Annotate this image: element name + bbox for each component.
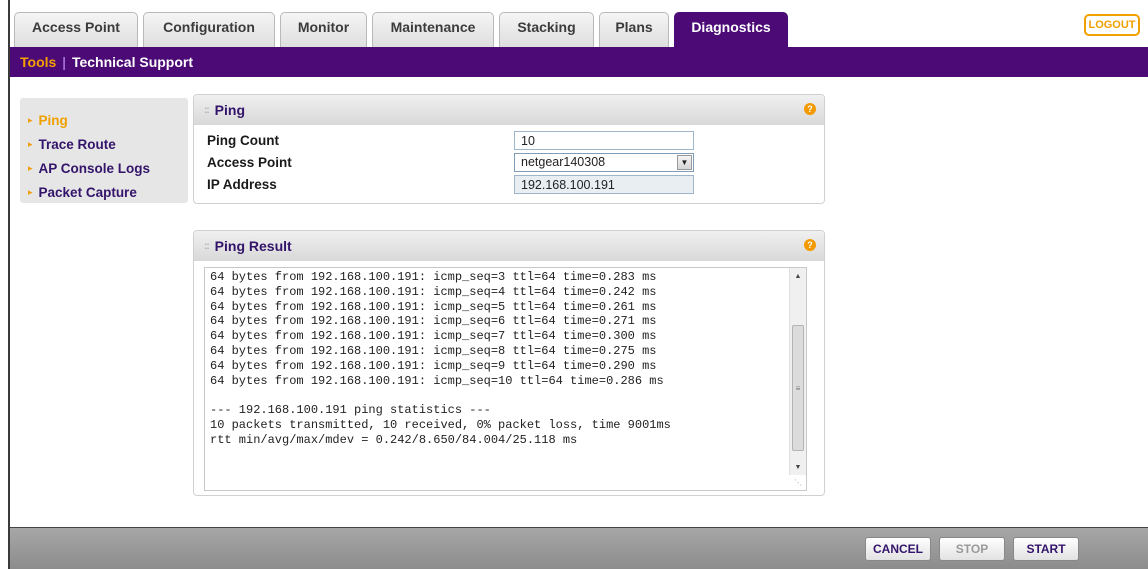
- arrow-right-icon: ▸: [28, 114, 33, 125]
- chevron-down-icon[interactable]: ▼: [677, 155, 692, 170]
- tab-plans[interactable]: Plans: [599, 12, 669, 47]
- tab-monitor[interactable]: Monitor: [280, 12, 367, 47]
- ping-result-line: 10 packets transmitted, 10 received, 0% …: [210, 417, 671, 432]
- tab-maintenance[interactable]: Maintenance: [372, 12, 494, 47]
- subnav-technical-support[interactable]: Technical Support: [72, 54, 193, 70]
- ping-result-textarea[interactable]: 64 bytes from 192.168.100.191: icmp_seq=…: [204, 267, 807, 491]
- side-item-label: Ping: [38, 112, 68, 128]
- ping-result-line: 64 bytes from 192.168.100.191: icmp_seq=…: [210, 314, 657, 329]
- side-item-packet-capture[interactable]: ▸ Packet Capture: [20, 180, 188, 204]
- sub-navigation: Tools | Technical Support: [10, 47, 1148, 77]
- start-button[interactable]: START: [1013, 537, 1079, 561]
- ping-result-line: 64 bytes from 192.168.100.191: icmp_seq=…: [210, 299, 657, 314]
- ping-result-line: 64 bytes from 192.168.100.191: icmp_seq=…: [210, 373, 664, 388]
- arrow-right-icon: ▸: [28, 138, 33, 149]
- side-item-ping[interactable]: ▸ Ping: [20, 108, 188, 132]
- ping-result-title: Ping Result: [214, 238, 292, 254]
- ping-result-line: [210, 388, 790, 403]
- subnav-separator: |: [62, 54, 66, 70]
- ping-result-header: :: Ping Result ?: [194, 231, 824, 261]
- tab-access-point[interactable]: Access Point: [14, 12, 138, 47]
- app-frame: Access Point Configuration Monitor Maint…: [8, 0, 1148, 569]
- ping-result-line: 64 bytes from 192.168.100.191: icmp_seq=…: [210, 329, 657, 344]
- ping-result-line: 64 bytes from 192.168.100.191: icmp_seq=…: [210, 270, 657, 284]
- tab-stacking[interactable]: Stacking: [499, 12, 594, 47]
- side-item-label: Packet Capture: [38, 184, 137, 200]
- side-item-ap-console-logs[interactable]: ▸ AP Console Logs: [20, 156, 188, 180]
- question-icon[interactable]: ?: [804, 103, 816, 115]
- scroll-up-icon[interactable]: ▲: [790, 268, 806, 284]
- ping-result-panel: :: Ping Result ? 64 bytes from 192.168.1…: [193, 230, 825, 496]
- resize-grip-icon[interactable]: ⋱: [794, 478, 804, 488]
- ping-result-output: 64 bytes from 192.168.100.191: icmp_seq=…: [210, 270, 790, 448]
- drag-grip-icon: ::: [204, 104, 210, 116]
- question-icon[interactable]: ?: [804, 239, 816, 251]
- side-menu: ▸ Ping ▸ Trace Route ▸ AP Console Logs ▸…: [20, 98, 188, 203]
- ping-result-line: rtt min/avg/max/mdev = 0.242/8.650/84.00…: [210, 432, 578, 447]
- access-point-select[interactable]: netgear140308 ▼: [514, 153, 694, 172]
- ip-address-field: [514, 175, 694, 194]
- main-tab-bar: Access Point Configuration Monitor Maint…: [10, 0, 1148, 47]
- ip-address-row: IP Address: [194, 174, 824, 196]
- subnav-tools[interactable]: Tools: [20, 54, 56, 70]
- drag-grip-icon: ::: [204, 240, 210, 252]
- side-item-label: Trace Route: [38, 136, 116, 152]
- ping-result-line: --- 192.168.100.191 ping statistics ---: [210, 403, 491, 418]
- tab-diagnostics[interactable]: Diagnostics: [674, 12, 788, 47]
- side-item-trace-route[interactable]: ▸ Trace Route: [20, 132, 188, 156]
- ping-result-line: 64 bytes from 192.168.100.191: icmp_seq=…: [210, 343, 657, 358]
- access-point-label: Access Point: [207, 155, 292, 170]
- arrow-right-icon: ▸: [28, 162, 33, 173]
- ip-address-label: IP Address: [207, 177, 277, 192]
- tab-configuration[interactable]: Configuration: [143, 12, 275, 47]
- scroll-thumb[interactable]: ≡: [792, 325, 804, 451]
- ping-result-line: 64 bytes from 192.168.100.191: icmp_seq=…: [210, 358, 657, 373]
- ping-count-label: Ping Count: [207, 133, 279, 148]
- arrow-right-icon: ▸: [28, 186, 33, 197]
- access-point-row: Access Point netgear140308 ▼: [194, 152, 824, 174]
- scroll-down-icon[interactable]: ▼: [790, 459, 806, 475]
- vertical-scrollbar[interactable]: ▲ ≡ ▼: [789, 268, 806, 475]
- stop-button[interactable]: STOP: [939, 537, 1005, 561]
- ping-panel: :: Ping ? Ping Count Access Point netgea…: [193, 94, 825, 204]
- ping-panel-title: Ping: [214, 102, 246, 118]
- cancel-button[interactable]: CANCEL: [865, 537, 931, 561]
- ping-count-row: Ping Count: [194, 130, 824, 152]
- access-point-selected-value: netgear140308: [521, 155, 606, 169]
- ping-count-input[interactable]: [514, 131, 694, 150]
- side-item-label: AP Console Logs: [38, 160, 151, 176]
- logout-button[interactable]: LOGOUT: [1084, 14, 1140, 36]
- footer-bar: CANCEL STOP START: [10, 527, 1148, 569]
- ping-result-line: 64 bytes from 192.168.100.191: icmp_seq=…: [210, 284, 657, 299]
- ping-panel-header: :: Ping ?: [194, 95, 824, 125]
